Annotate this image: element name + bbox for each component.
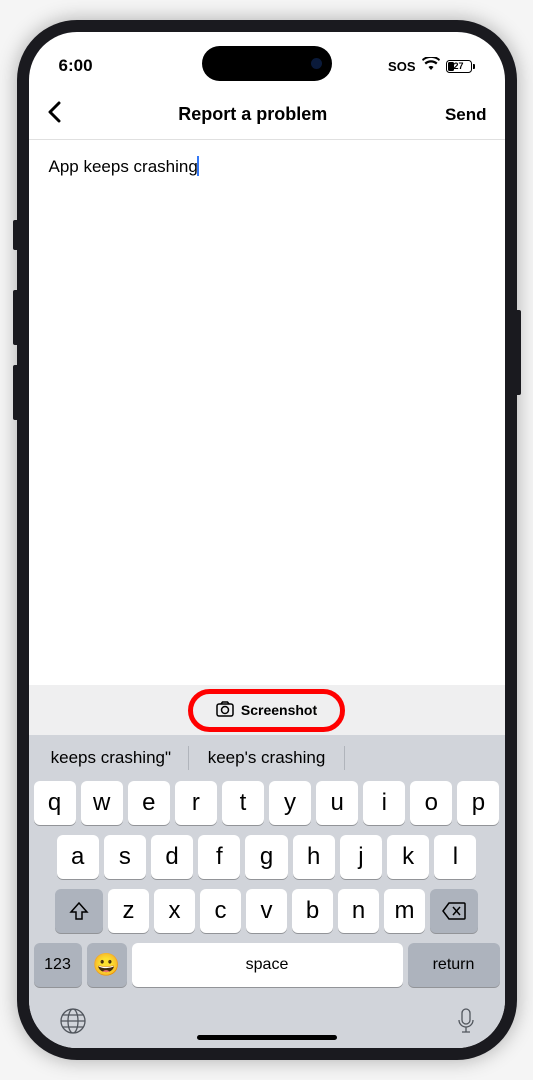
suggestion-2[interactable]: keep's crashing xyxy=(189,748,344,768)
key-delete[interactable] xyxy=(430,889,478,933)
key-row-bottom: 123 😀 space return xyxy=(29,943,505,987)
key-x[interactable]: x xyxy=(154,889,195,933)
volume-down-button xyxy=(13,365,17,420)
key-s[interactable]: s xyxy=(104,835,146,879)
key-a[interactable]: a xyxy=(57,835,99,879)
key-v[interactable]: v xyxy=(246,889,287,933)
status-sos-indicator: SOS xyxy=(388,59,415,74)
status-time: 6:00 xyxy=(59,56,93,76)
text-cursor xyxy=(197,156,199,176)
key-k[interactable]: k xyxy=(387,835,429,879)
globe-icon[interactable] xyxy=(59,1007,87,1040)
screenshot-button[interactable]: Screenshot xyxy=(198,694,335,727)
key-f[interactable]: f xyxy=(198,835,240,879)
problem-description-area[interactable]: App keeps crashing xyxy=(29,140,505,685)
key-h[interactable]: h xyxy=(293,835,335,879)
key-q[interactable]: q xyxy=(34,781,76,825)
phone-screen: 6:00 SOS 27 Report a problem xyxy=(29,32,505,1048)
keyboard: keeps crashing" keep's crashing q w e r … xyxy=(29,735,505,1048)
key-space[interactable]: space xyxy=(132,943,403,987)
key-b[interactable]: b xyxy=(292,889,333,933)
key-z[interactable]: z xyxy=(108,889,149,933)
status-right: SOS 27 xyxy=(388,57,474,75)
page-title: Report a problem xyxy=(178,104,327,125)
camera-icon xyxy=(216,701,234,720)
key-g[interactable]: g xyxy=(245,835,287,879)
key-return[interactable]: return xyxy=(408,943,500,987)
volume-up-button xyxy=(13,290,17,345)
key-e[interactable]: e xyxy=(128,781,170,825)
key-row-1: q w e r t y u i o p xyxy=(29,781,505,825)
key-n[interactable]: n xyxy=(338,889,379,933)
battery-percent: 27 xyxy=(453,61,463,71)
key-o[interactable]: o xyxy=(410,781,452,825)
key-row-3: z x c v b n m xyxy=(29,889,505,933)
screenshot-toolbar: Screenshot xyxy=(29,685,505,735)
key-m[interactable]: m xyxy=(384,889,425,933)
phone-frame: 6:00 SOS 27 Report a problem xyxy=(17,20,517,1060)
keyboard-footer xyxy=(29,997,505,1040)
suggestion-bar: keeps crashing" keep's crashing xyxy=(29,735,505,781)
key-l[interactable]: l xyxy=(434,835,476,879)
key-row-2: a s d f g h j k l xyxy=(29,835,505,879)
key-w[interactable]: w xyxy=(81,781,123,825)
navigation-bar: Report a problem Send xyxy=(29,90,505,140)
problem-text-input[interactable]: App keeps crashing xyxy=(49,156,199,177)
key-r[interactable]: r xyxy=(175,781,217,825)
key-p[interactable]: p xyxy=(457,781,499,825)
battery-indicator: 27 xyxy=(446,60,475,73)
screenshot-label: Screenshot xyxy=(241,702,317,718)
key-123[interactable]: 123 xyxy=(34,943,82,987)
key-y[interactable]: y xyxy=(269,781,311,825)
key-shift[interactable] xyxy=(55,889,103,933)
suggestion-1[interactable]: keeps crashing" xyxy=(34,748,189,768)
front-camera xyxy=(311,58,322,69)
key-j[interactable]: j xyxy=(340,835,382,879)
key-c[interactable]: c xyxy=(200,889,241,933)
silent-switch xyxy=(13,220,17,250)
power-button xyxy=(517,310,521,395)
mic-icon[interactable] xyxy=(457,1008,475,1039)
send-button[interactable]: Send xyxy=(445,105,487,125)
home-indicator[interactable] xyxy=(197,1035,337,1040)
key-i[interactable]: i xyxy=(363,781,405,825)
key-t[interactable]: t xyxy=(222,781,264,825)
back-button[interactable] xyxy=(47,101,61,128)
key-emoji[interactable]: 😀 xyxy=(87,943,127,987)
wifi-icon xyxy=(422,57,440,75)
dynamic-island xyxy=(202,46,332,81)
key-u[interactable]: u xyxy=(316,781,358,825)
key-d[interactable]: d xyxy=(151,835,193,879)
